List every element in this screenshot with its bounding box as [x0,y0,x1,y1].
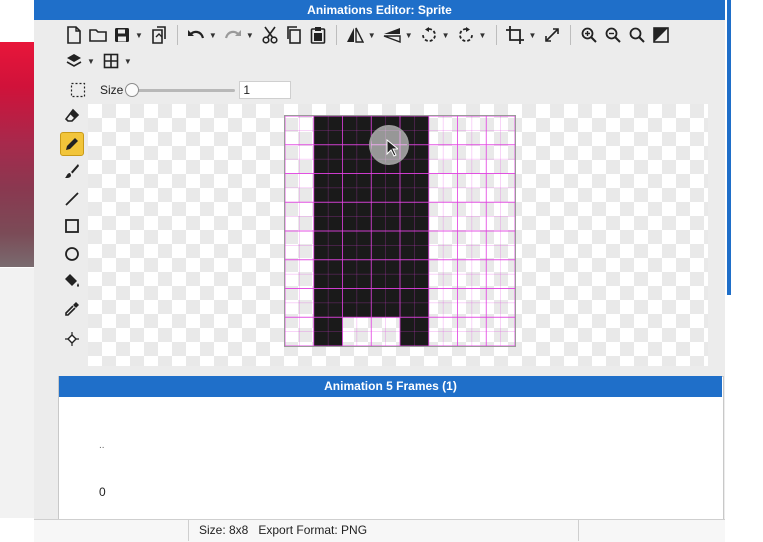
rotate-left-icon[interactable] [417,24,441,46]
layers-icon[interactable] [62,50,86,72]
save-icon[interactable] [110,24,134,46]
flip-horizontal-icon[interactable] [343,24,367,46]
toolbar-separator [496,25,498,45]
copy-icon[interactable] [282,24,306,46]
ellipse-icon[interactable] [60,242,84,266]
animation-frame-value[interactable]: 0 [99,485,106,499]
layers-dropdown-caret[interactable]: ▼ [87,57,95,66]
resize-icon[interactable] [540,24,564,46]
animation-panel-header: Animation 5 Frames (1) [59,376,722,397]
crop-icon[interactable] [503,24,527,46]
tool-palette [60,104,86,354]
export-icon[interactable] [147,24,171,46]
line-icon[interactable] [60,187,84,211]
size-slider[interactable] [125,82,236,97]
cursor-arrow-icon [386,138,400,160]
background-toggle-icon[interactable] [649,24,673,46]
brush-icon[interactable] [60,159,84,183]
toolbar-separator [570,25,572,45]
animation-frame-dots: .. [99,440,105,451]
toolbar-main: ▼ ▼ ▼ ▼ ▼ ▼ ▼ ▼ [62,23,673,47]
size-input[interactable]: 1 [239,81,292,99]
animation-panel [58,376,724,520]
crop-dropdown-caret[interactable]: ▼ [528,31,536,40]
eraser-icon[interactable] [60,104,84,128]
eyedropper-icon[interactable] [60,297,84,321]
brush-size-row: Size 1 [66,79,292,101]
new-file-icon[interactable] [62,24,86,46]
fill-bucket-icon[interactable] [60,269,84,293]
open-folder-icon[interactable] [86,24,110,46]
rotate-left-dropdown-caret[interactable]: ▼ [442,31,450,40]
redo-icon[interactable] [221,24,245,46]
toolbar-separator [176,25,178,45]
grid-icon[interactable] [99,50,123,72]
pencil-icon[interactable] [60,131,84,156]
grid-dropdown-caret[interactable]: ▼ [124,57,132,66]
zoom-fit-icon[interactable] [625,24,649,46]
rectangle-icon[interactable] [60,214,84,238]
paste-icon[interactable] [306,24,330,46]
undo-icon[interactable] [184,24,208,46]
zoom-in-icon[interactable] [577,24,601,46]
flip-horizontal-dropdown-caret[interactable]: ▼ [368,31,376,40]
size-slider-thumb[interactable] [125,82,140,97]
status-divider [578,520,579,541]
toolbar-secondary: ▼ ▼ [62,49,136,73]
move-anchor-icon[interactable] [60,327,84,351]
rotate-right-icon[interactable] [454,24,478,46]
redo-dropdown-caret[interactable]: ▼ [246,31,254,40]
status-divider [188,520,189,541]
save-dropdown-caret[interactable]: ▼ [135,31,143,40]
marquee-select-icon[interactable] [66,79,90,101]
window-title: Animations Editor: Sprite [34,0,725,20]
status-bar [34,519,725,542]
status-text: Size: 8x8 Export Format: PNG [199,523,368,537]
flip-vertical-dropdown-caret[interactable]: ▼ [405,31,413,40]
cut-icon[interactable] [258,24,282,46]
rotate-right-dropdown-caret[interactable]: ▼ [479,31,487,40]
flip-vertical-icon[interactable] [380,24,404,46]
undo-dropdown-caret[interactable]: ▼ [209,31,217,40]
toolbar-separator [335,25,337,45]
zoom-out-icon[interactable] [601,24,625,46]
background-app-right-bar [727,0,731,295]
size-label: Size [100,83,124,97]
